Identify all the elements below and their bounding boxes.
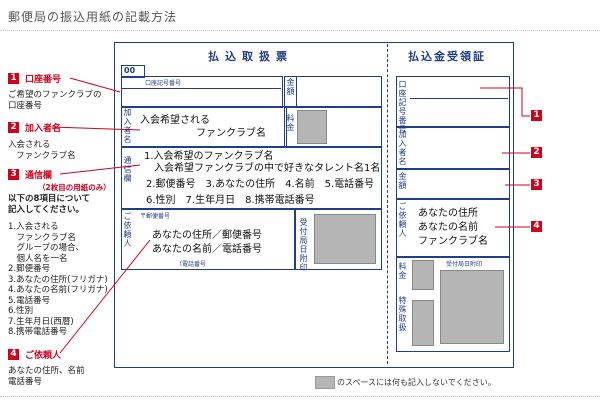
legend-swatch: [315, 376, 335, 389]
leader-lines: [51, 77, 530, 354]
leader-line-1: [69, 77, 121, 93]
leader-line-2: [51, 126, 141, 131]
leader-line-r1: [480, 87, 530, 117]
receipt-badge-2: 2: [531, 147, 542, 158]
footer-divider: [0, 396, 600, 397]
legend-text: のスペースには何も記入しないでください。: [337, 378, 496, 387]
receipt-badge-3: 3: [531, 179, 542, 190]
receipt-badge-1: 1: [531, 110, 542, 121]
leader-line-4: [59, 239, 151, 354]
receipt-badge-4: 4: [531, 221, 542, 232]
leader-line-3: [59, 164, 141, 175]
